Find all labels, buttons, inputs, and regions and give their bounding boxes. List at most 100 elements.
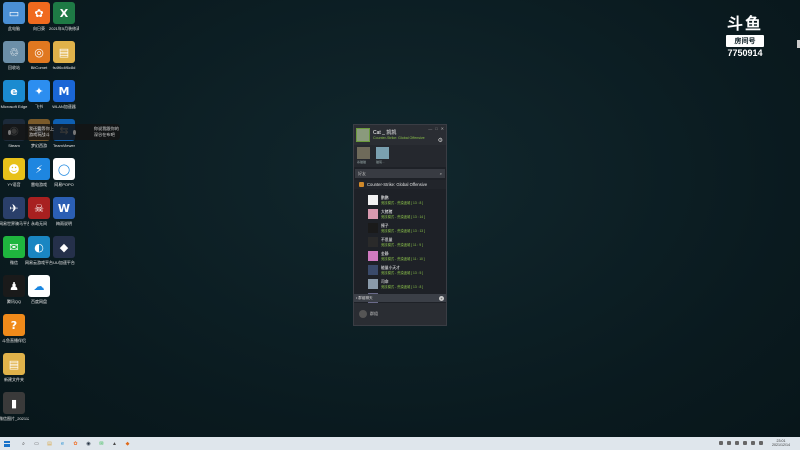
app-icon: ◎ (28, 41, 50, 63)
game-section-label: Counter-Strike: Global Offensive (367, 182, 428, 187)
recent-chat-tile[interactable]: 杀猫猫 (357, 147, 372, 165)
system-tray: 23:01 2021/12/14 (719, 439, 790, 448)
taskbar-app-icon[interactable]: ▭ (33, 440, 40, 447)
desktop-icon[interactable]: W 梅雨说明 (51, 197, 77, 226)
steam-friends-window: Cat _ 凯凯 Counter-Strike: Global Offensiv… (353, 124, 447, 326)
minimize-button[interactable]: — (428, 126, 432, 131)
close-button[interactable]: ✕ (441, 126, 444, 131)
app-icon: W (53, 197, 75, 219)
recent-avatar (376, 147, 389, 159)
friend-row[interactable]: 司命 竞技模式 - 荒漠迷城 [ 13 : 8 ] (354, 277, 446, 291)
desktop-icon[interactable]: ◯ 网易POPO (51, 158, 77, 187)
app-icon: ✦ (28, 80, 50, 102)
room-label: 房间号 (726, 35, 764, 47)
taskbar-app-icon[interactable]: ✉ (98, 440, 105, 447)
friend-row[interactable]: 能量小天才 竞技模式 - 荒漠迷城 [ 13 : 5 ] (354, 263, 446, 277)
group-chats-header[interactable]: • 群组聊天 + (354, 294, 446, 302)
taskbar-app-icon[interactable]: ◉ (85, 440, 92, 447)
steam-status: Counter-Strike: Global Offensive (373, 135, 425, 140)
clock[interactable]: 23:01 2021/12/14 (772, 439, 790, 448)
app-icon: ▭ (3, 2, 25, 24)
tray-icon[interactable] (751, 441, 755, 446)
recent-avatar (357, 147, 370, 159)
game-section-header[interactable]: Counter-Strike: Global Offensive (354, 180, 446, 189)
friend-row[interactable]: 不思量 竞技模式 - 荒漠迷城 [ 11 : 9 ] (354, 235, 446, 249)
taskbar-app-icon[interactable]: ▤ (46, 440, 53, 447)
notification-toast[interactable]: 我还要等你上游戏玩战斗 你说我跟你的深谷在布吧 (2, 124, 120, 140)
friend-avatar (368, 223, 378, 233)
friend-avatar (368, 195, 378, 205)
desktop-icon-label: 微信图片_2021128... (0, 416, 29, 421)
tray-icon[interactable] (743, 441, 747, 446)
desktop-icon-label: 新建文件夹 (4, 377, 24, 382)
add-group-button[interactable]: + (439, 295, 444, 301)
group-chats-text: 群组 (370, 311, 378, 316)
desktop-icon[interactable]: ▮ 微信图片_2021128... (0, 392, 29, 421)
friend-avatar (368, 265, 378, 275)
desktop-icon-label: fs4f6c4f6c8d (52, 65, 76, 70)
friend-row[interactable]: 撩子 竞技模式 - 荒漠迷城 [ 13 : 13 ] (354, 221, 446, 235)
desktop-icon[interactable]: ☁ 百度网盘 (26, 275, 52, 304)
friend-avatar (368, 251, 378, 261)
desktop-icon-label: 斗鱼直播伴侣 (2, 338, 26, 343)
taskbar-app-icon[interactable]: ◆ (124, 440, 131, 447)
friend-row[interactable]: 鹏鹏 竞技模式 - 荒漠迷城 [ 13 : 8 ] (354, 193, 446, 207)
desktop-icon[interactable]: ▤ 新建文件夹 (1, 353, 27, 382)
douyu-logo: 斗鱼 (726, 14, 763, 33)
taskbar-app-icon[interactable]: e (59, 440, 66, 447)
desktop: ▭此电脑✿向日葵X2021年5月装修清单_李飞飞♲回收站◎BitComet▤fs… (0, 0, 800, 437)
friend-game-status: 竞技模式 - 荒漠迷城 [ 13 : 14 ] (381, 214, 425, 219)
recent-chats: 杀猫猫 猫尾... (354, 145, 446, 167)
app-icon: ☻ (3, 158, 25, 180)
clock-date: 2021/12/14 (772, 443, 790, 448)
tray-icon[interactable] (727, 441, 731, 446)
toast-right-text: 你说我跟你的深谷在布吧 (93, 126, 119, 137)
friend-game-status: 竞技模式 - 荒漠迷城 [ 13 : 5 ] (381, 270, 424, 275)
app-icon: ◯ (53, 158, 75, 180)
app-icon: ♟ (3, 275, 25, 297)
steam-header: Cat _ 凯凯 Counter-Strike: Global Offensiv… (354, 125, 446, 145)
taskbar-app-icon[interactable]: ▲ (111, 440, 118, 447)
desktop-icon[interactable]: X 2021年5月装修清单_李飞飞 (49, 2, 79, 31)
tray-icon[interactable] (735, 441, 739, 446)
friends-label: 好友 (358, 170, 366, 176)
recent-chat-label: 杀猫猫 (357, 160, 367, 164)
app-icon: ☁ (28, 275, 50, 297)
desktop-icon[interactable]: ▤ fs4f6c4f6c8d (51, 41, 77, 70)
friend-game-status: 竞技模式 - 荒漠迷城 [ 13 : 8 ] (381, 200, 424, 205)
start-button[interactable] (4, 440, 10, 447)
desktop-icon[interactable]: ? 斗鱼直播伴侣 (1, 314, 27, 343)
friend-game-status: 竞技模式 - 荒漠迷城 [ 13 : 8 ] (381, 284, 424, 289)
recent-chat-label: 猫尾... (376, 160, 385, 164)
desktop-icon[interactable]: M WLAN加速器 (51, 80, 77, 109)
friends-list: 鹏鹏 竞技模式 - 荒漠迷城 [ 13 : 8 ] 大猪猪 竞技模式 - 荒漠迷城 [… (354, 193, 446, 305)
tray-icon[interactable] (759, 441, 763, 446)
maximize-button[interactable]: □ (435, 126, 437, 131)
app-icon: ✈ (3, 197, 25, 219)
group-chats-area[interactable]: 群组 (354, 303, 446, 325)
app-icon: ◐ (28, 236, 50, 258)
app-icon: ▤ (3, 353, 25, 375)
app-icon: M (53, 80, 75, 102)
search-icon[interactable]: ⌕ (440, 171, 442, 176)
taskbar-app-icon[interactable]: ✿ (72, 440, 79, 447)
friends-search-bar[interactable]: 好友 ⌕ (355, 169, 445, 178)
friend-avatar (368, 209, 378, 219)
friend-avatar (368, 279, 378, 289)
friend-row[interactable]: 大猪猪 竞技模式 - 荒漠迷城 [ 13 : 14 ] (354, 207, 446, 221)
user-avatar[interactable] (356, 128, 370, 142)
app-icon: ▮ (3, 392, 25, 414)
app-icon: ✿ (28, 2, 50, 24)
desktop-icon-label: TeamViewer (53, 143, 75, 148)
taskbar: ⌕ ▭ ▤ e ✿ ◉ ✉ ▲ ◆ 23:01 2021/12/14 (0, 437, 800, 450)
desktop-icon[interactable]: ◆ UU加速平台 (51, 236, 77, 265)
csgo-icon (359, 182, 364, 187)
taskbar-app-icon[interactable]: ⌕ (20, 440, 27, 447)
app-icon: ♲ (3, 41, 25, 63)
tray-icon[interactable] (719, 441, 723, 446)
recent-chat-tile[interactable]: 猫尾... (376, 147, 391, 165)
stream-watermark: 斗鱼 房间号 7750914 (720, 10, 770, 58)
gear-icon[interactable]: ⚙ (438, 137, 443, 144)
app-icon: ☠ (28, 197, 50, 219)
friend-row[interactable]: 金静 竞技模式 - 荒漠迷城 [ 11 : 10 ] (354, 249, 446, 263)
